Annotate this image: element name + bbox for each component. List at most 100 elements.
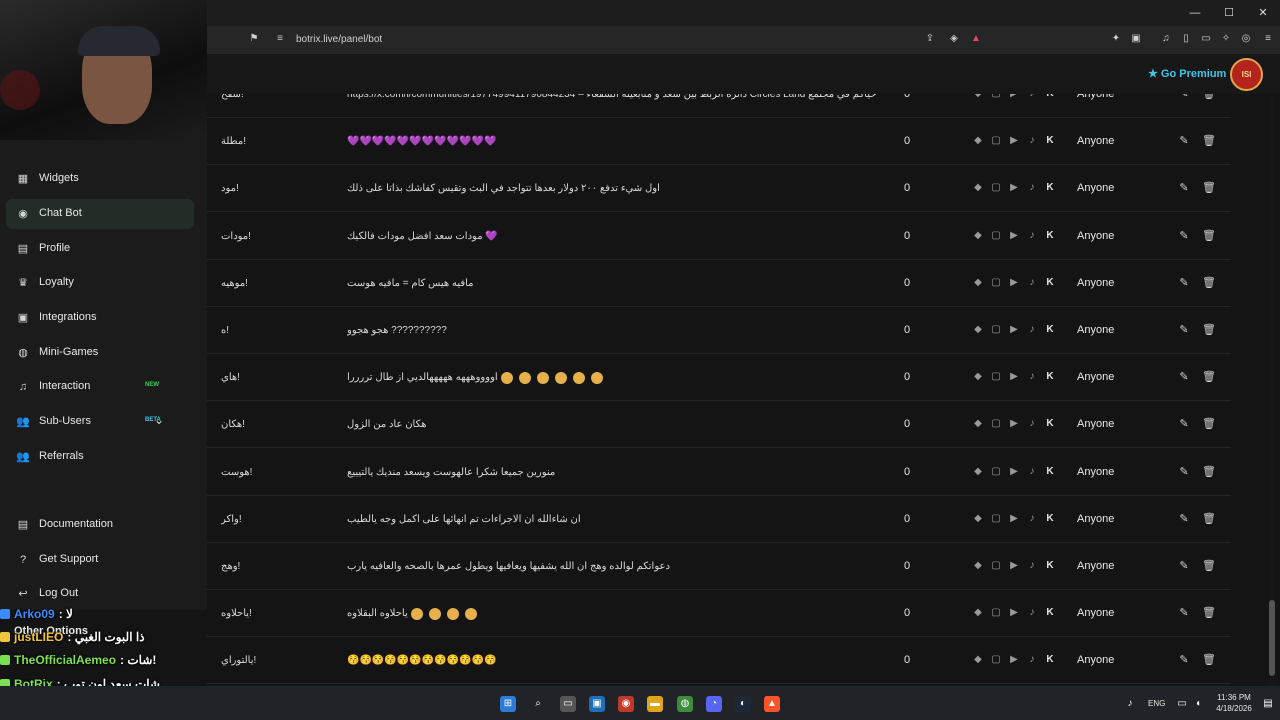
sidebar-item-widgets[interactable]: ▦ Widgets <box>6 164 194 194</box>
sidebar-item-documentation[interactable]: ▤ Documentation <box>6 510 194 540</box>
minimize-button[interactable]: — <box>1178 0 1212 26</box>
edit-button[interactable]: ✎ <box>1176 401 1192 448</box>
sidebar-item-referrals[interactable]: 👥 Referrals <box>6 442 194 472</box>
sidebar-item-integrations[interactable]: ▣ Integrations <box>6 303 194 333</box>
delete-button[interactable]: 🗑 <box>1201 354 1217 401</box>
kick-icon[interactable]: K <box>1044 182 1056 194</box>
site-settings-icon[interactable]: ≡ <box>274 33 286 45</box>
language-indicator[interactable]: ENG <box>1148 699 1165 708</box>
edit-button[interactable]: ✎ <box>1176 165 1192 212</box>
start-icon[interactable]: ⊞ <box>500 696 516 712</box>
kick-icon[interactable]: K <box>1044 324 1056 336</box>
tiktok-icon[interactable]: ♪ <box>1026 607 1038 619</box>
youtube-icon[interactable]: ▶ <box>1008 513 1020 525</box>
kick-icon[interactable]: K <box>1044 466 1056 478</box>
youtube-icon[interactable]: ▶ <box>1008 371 1020 383</box>
extensions-icon[interactable]: ✦ <box>1110 33 1122 45</box>
kick-icon[interactable]: K <box>1044 371 1056 383</box>
network-icon[interactable]: ▭ <box>1176 696 1188 712</box>
kick-icon[interactable]: K <box>1044 230 1056 242</box>
kick-icon[interactable]: K <box>1044 418 1056 430</box>
menu-icon[interactable]: ≡ <box>1262 33 1274 45</box>
sidebar-item-mini-games[interactable]: ◍ Mini-Games <box>6 338 194 368</box>
scrollbar-thumb[interactable] <box>1269 600 1275 676</box>
notifications-icon[interactable]: ▤ <box>1262 696 1274 712</box>
tiktok-icon[interactable]: ♪ <box>1026 135 1038 147</box>
edit-button[interactable]: ✎ <box>1176 307 1192 354</box>
twitch-icon[interactable]: ◆ <box>972 230 984 242</box>
delete-button[interactable]: 🗑 <box>1201 637 1217 684</box>
tiktok-icon[interactable]: ♪ <box>1026 513 1038 525</box>
tiktok-icon[interactable]: ♪ <box>1026 418 1038 430</box>
delete-button[interactable]: 🗑 <box>1201 496 1217 543</box>
clock[interactable]: 11:36 PM 4/18/2026 <box>1212 692 1256 714</box>
youtube-icon[interactable]: ▶ <box>1008 466 1020 478</box>
delete-button[interactable]: 🗑 <box>1201 307 1217 354</box>
chat-icon[interactable]: ▢ <box>990 654 1002 666</box>
vpn-icon[interactable]: ◎ <box>1240 33 1252 45</box>
chat-icon[interactable]: ▢ <box>990 513 1002 525</box>
chat-icon[interactable]: ▢ <box>990 277 1002 289</box>
twitch-icon[interactable]: ◆ <box>972 135 984 147</box>
delete-button[interactable]: 🗑 <box>1201 94 1217 118</box>
chat-icon[interactable]: ▢ <box>990 135 1002 147</box>
youtube-icon[interactable]: ▶ <box>1008 182 1020 194</box>
tiktok-icon[interactable]: ♪ <box>1026 560 1038 572</box>
brave-rewards-icon[interactable]: ▲ <box>970 33 982 45</box>
youtube-icon[interactable]: ▶ <box>1008 607 1020 619</box>
delete-button[interactable]: 🗑 <box>1201 165 1217 212</box>
chat-icon[interactable]: ▢ <box>990 371 1002 383</box>
delete-button[interactable]: 🗑 <box>1201 213 1217 260</box>
edit-button[interactable]: ✎ <box>1176 354 1192 401</box>
mic-icon[interactable]: ♪ <box>1124 696 1136 712</box>
kick-icon[interactable]: K <box>1044 607 1056 619</box>
delete-button[interactable]: 🗑 <box>1201 401 1217 448</box>
delete-button[interactable]: 🗑 <box>1201 449 1217 496</box>
scrollbar[interactable] <box>1269 94 1275 686</box>
tiktok-icon[interactable]: ♪ <box>1026 182 1038 194</box>
twitch-icon[interactable]: ◆ <box>972 654 984 666</box>
edit-button[interactable]: ✎ <box>1176 94 1192 118</box>
chrome-icon[interactable]: ◍ <box>677 696 693 712</box>
edit-button[interactable]: ✎ <box>1176 449 1192 496</box>
obs-icon[interactable]: ◉ <box>618 696 634 712</box>
twitch-icon[interactable]: ◆ <box>972 607 984 619</box>
sidebar-item-chat-bot[interactable]: ◉ Chat Bot <box>6 199 194 229</box>
kick-icon[interactable]: K <box>1044 560 1056 572</box>
delete-button[interactable]: 🗑 <box>1201 260 1217 307</box>
sidebar-item-loyalty[interactable]: ♛ Loyalty <box>6 268 194 298</box>
go-premium-button[interactable]: ★ Go Premium <box>1148 67 1226 80</box>
share-icon[interactable]: ⇪ <box>924 33 936 45</box>
chat-icon[interactable]: ▢ <box>990 418 1002 430</box>
media-icon[interactable]: ♫ <box>1160 33 1172 45</box>
steam-icon[interactable]: ◐ <box>735 696 751 712</box>
brave-shield-icon[interactable]: ◈ <box>948 33 960 45</box>
youtube-icon[interactable]: ▶ <box>1008 230 1020 242</box>
sidebar-toggle-icon[interactable]: ▯ <box>1180 33 1192 45</box>
twitch-icon[interactable]: ◆ <box>972 560 984 572</box>
bookmark-icon[interactable]: ⚑ <box>248 33 260 45</box>
tiktok-icon[interactable]: ♪ <box>1026 371 1038 383</box>
close-button[interactable]: ✕ <box>1246 0 1280 26</box>
leo-icon[interactable]: ✧ <box>1220 33 1232 45</box>
kick-icon[interactable]: K <box>1044 94 1056 100</box>
sidebar-item-profile[interactable]: ▤ Profile <box>6 234 194 264</box>
tiktok-icon[interactable]: ♪ <box>1026 466 1038 478</box>
youtube-icon[interactable]: ▶ <box>1008 135 1020 147</box>
discord-icon[interactable]: ◔ <box>706 696 722 712</box>
youtube-icon[interactable]: ▶ <box>1008 94 1020 100</box>
youtube-icon[interactable]: ▶ <box>1008 560 1020 572</box>
tiktok-icon[interactable]: ♪ <box>1026 654 1038 666</box>
kick-icon[interactable]: K <box>1044 135 1056 147</box>
youtube-icon[interactable]: ▶ <box>1008 277 1020 289</box>
edit-button[interactable]: ✎ <box>1176 260 1192 307</box>
url-text[interactable]: botrix.live/panel/bot <box>296 32 382 48</box>
twitch-icon[interactable]: ◆ <box>972 466 984 478</box>
twitch-icon[interactable]: ◆ <box>972 94 984 100</box>
sidebar-item-get-support[interactable]: ? Get Support <box>6 545 194 575</box>
delete-button[interactable]: 🗑 <box>1201 543 1217 590</box>
edit-button[interactable]: ✎ <box>1176 118 1192 165</box>
delete-button[interactable]: 🗑 <box>1201 590 1217 637</box>
tiktok-icon[interactable]: ♪ <box>1026 277 1038 289</box>
kick-icon[interactable]: K <box>1044 654 1056 666</box>
